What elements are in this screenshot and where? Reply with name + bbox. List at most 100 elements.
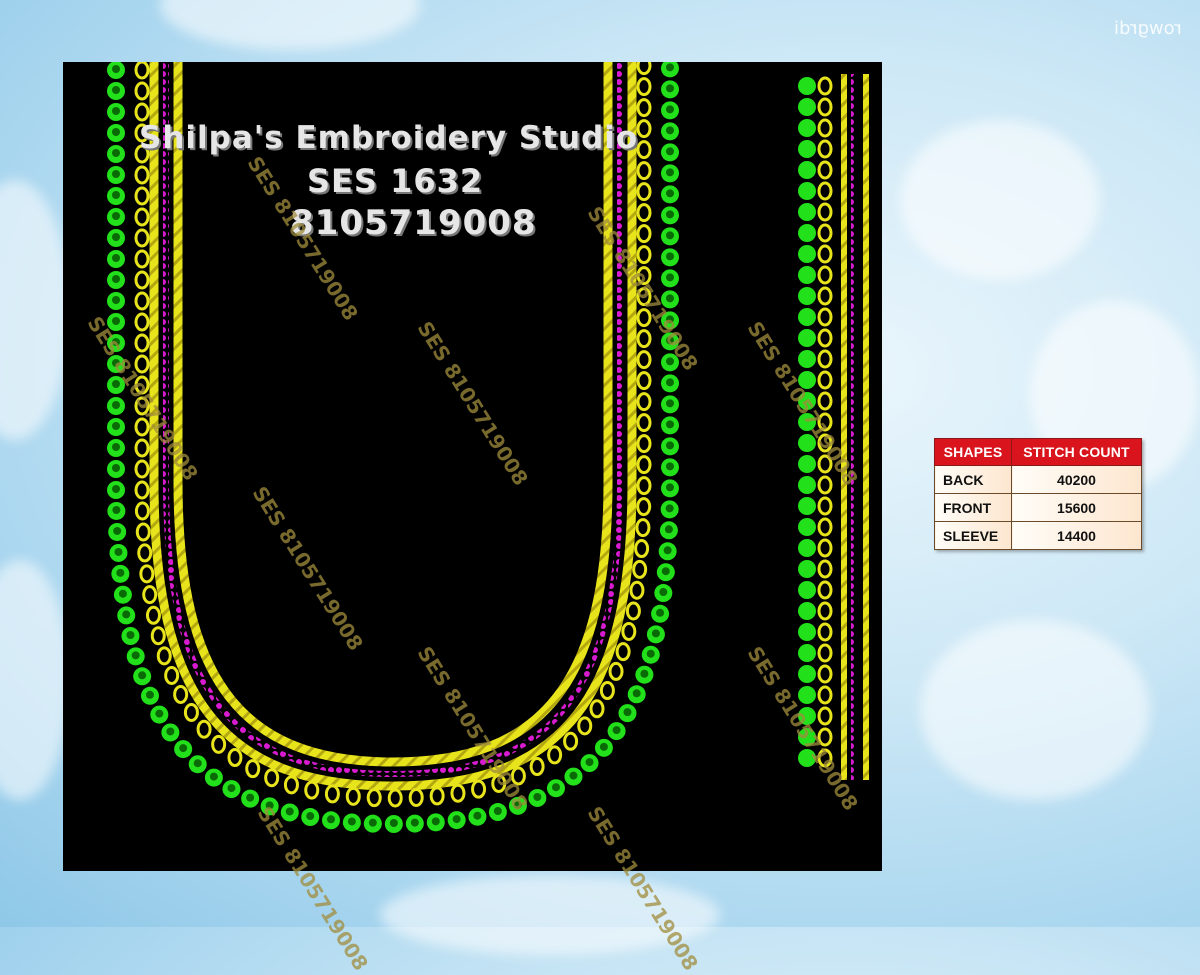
leaf-vein [612,726,621,735]
loop-motif [134,480,150,500]
loop-motif [529,757,545,777]
loop-motif [134,102,150,122]
leaf-vein [666,462,674,471]
leaf-vein [666,147,674,156]
leaf-motif [798,287,816,305]
leaf-vein [473,811,482,820]
loop-motif [636,224,652,244]
leaf-vein [666,210,674,219]
leaf-motif [798,665,816,683]
leaf-motif [798,560,816,578]
leaf-vein [410,818,419,827]
leaf-vein [112,86,121,94]
loop-motif [636,62,652,76]
loop-motif [817,496,833,516]
leaf-vein [533,792,542,801]
loop-motif [817,181,833,201]
leaf-vein [112,505,121,514]
leaf-motif [798,182,816,200]
loop-motif [817,286,833,306]
leaf-vein [112,254,121,262]
loop-motif [636,77,652,97]
table-row: BACK 40200 [934,465,1142,494]
leaf-vein [452,815,461,824]
table-row: FRONT 15600 [934,493,1142,522]
leaf-motif [798,350,816,368]
leaf-vein [112,128,121,136]
leaf-vein [326,815,335,824]
loop-motif [817,307,833,327]
leaf-motif [798,497,816,515]
loop-motif [636,455,652,475]
leaf-vein [112,401,120,409]
loop-motif [324,784,340,804]
leaf-vein [112,212,121,220]
leaf-vein [632,689,641,698]
loop-motif [264,768,280,788]
loop-motif [450,783,466,803]
loop-motif [817,538,833,558]
loop-motif [134,438,150,458]
leaf-motif [798,224,816,242]
loop-motif [636,350,652,370]
loop-motif [134,312,150,332]
loop-motif [137,543,153,563]
loop-motif [134,270,150,290]
leaf-vein [112,317,121,325]
leaf-vein [666,84,674,93]
loop-motif [817,328,833,348]
loop-motif [817,139,833,159]
loop-motif [636,98,652,118]
loop-motif [817,622,833,642]
leaf-vein [145,690,154,699]
loop-motif [196,719,212,739]
leaf-vein [651,629,660,638]
loop-motif [387,788,403,808]
leaf-vein [112,443,120,451]
leaf-vein [112,170,121,178]
leaf-vein [113,526,122,535]
leaf-motif [798,455,816,473]
leaf-vein [112,422,120,430]
loop-motif [817,97,833,117]
leaf-vein [666,273,674,282]
loop-motif [142,585,158,605]
stitch-count-cell: 15600 [1011,493,1142,522]
shape-cell: SLEEVE [934,521,1012,550]
leaf-vein [285,807,294,816]
leaf-vein [112,191,121,199]
leaf-vein [112,233,121,241]
leaf-vein [209,772,218,781]
loop-motif [636,434,652,454]
loop-motif [563,731,579,751]
loop-motif [817,391,833,411]
leaf-vein [112,275,121,283]
leaf-vein [599,742,608,751]
leaf-motif [798,203,816,221]
leaf-vein [664,525,673,534]
loop-motif [283,775,299,795]
loop-motif [227,748,243,768]
stitch-count-cell: 14400 [1011,521,1142,550]
leaf-motif [798,686,816,704]
table-row: SLEEVE 14400 [934,521,1142,550]
leaf-vein [306,812,315,821]
loop-motif [164,665,180,685]
leaf-vein [666,126,674,135]
leaf-vein [666,189,674,198]
loop-motif [817,265,833,285]
loop-motif [636,161,652,181]
loop-motif [134,165,150,185]
loop-motif [134,501,150,521]
loop-motif [245,759,261,779]
loop-motif [817,370,833,390]
loop-motif [817,118,833,138]
loop-motif [134,81,150,101]
loop-motif [145,605,161,625]
studio-name: Shilpa's Embroidery Studio [139,120,639,156]
leaf-motif [798,518,816,536]
background-flower [160,0,420,50]
loop-motif [135,522,151,542]
shape-cell: BACK [934,465,1012,494]
loop-motif [621,621,637,641]
